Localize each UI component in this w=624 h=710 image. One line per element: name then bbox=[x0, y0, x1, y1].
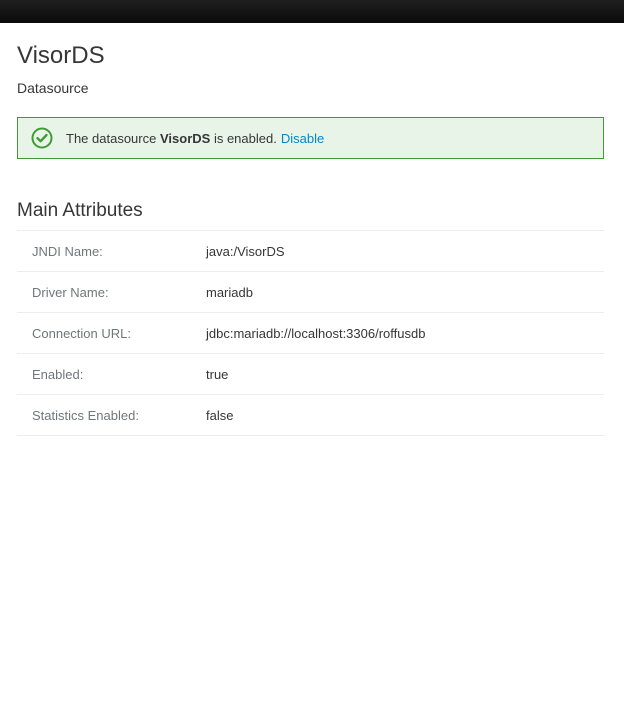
alert-suffix: is enabled. bbox=[213, 130, 277, 146]
attribute-row-statistics-enabled: Statistics Enabled: false bbox=[17, 395, 604, 436]
attribute-row-driver-name: Driver Name: mariadb bbox=[17, 272, 604, 313]
attribute-label: Connection URL: bbox=[32, 325, 131, 341]
attribute-label: JNDI Name: bbox=[32, 243, 103, 259]
attribute-label: Statistics Enabled: bbox=[32, 407, 139, 423]
attribute-row-enabled: Enabled: true bbox=[17, 354, 604, 395]
attribute-value: java:/VisorDS bbox=[206, 243, 285, 259]
disable-link[interactable]: Disable bbox=[281, 131, 324, 146]
attribute-value: jdbc:mariadb://localhost:3306/roffusdb bbox=[206, 325, 426, 341]
attribute-value: true bbox=[206, 366, 229, 382]
attribute-label: Driver Name: bbox=[32, 284, 109, 300]
main-content: VisorDS Datasource The datasource VisorD… bbox=[0, 42, 624, 436]
attribute-value: mariadb bbox=[206, 284, 253, 300]
status-alert: The datasource VisorDS is enabled. Disab… bbox=[17, 117, 604, 159]
attribute-value: false bbox=[206, 407, 234, 423]
top-bar bbox=[0, 0, 624, 23]
attribute-label: Enabled: bbox=[32, 366, 84, 382]
alert-message: The datasource VisorDS is enabled. bbox=[66, 131, 277, 146]
alert-datasource-name: VisorDS bbox=[159, 130, 211, 146]
attributes-table: JNDI Name: java:/VisorDS Driver Name: ma… bbox=[17, 230, 604, 436]
alert-prefix: The datasource bbox=[66, 130, 157, 146]
page-subtitle: Datasource bbox=[17, 80, 89, 96]
page-title: VisorDS bbox=[17, 42, 105, 69]
section-title: Main Attributes bbox=[17, 200, 143, 221]
check-circle-icon bbox=[31, 127, 53, 149]
attribute-row-jndi-name: JNDI Name: java:/VisorDS bbox=[17, 231, 604, 272]
attribute-row-connection-url: Connection URL: jdbc:mariadb://localhost… bbox=[17, 313, 604, 354]
